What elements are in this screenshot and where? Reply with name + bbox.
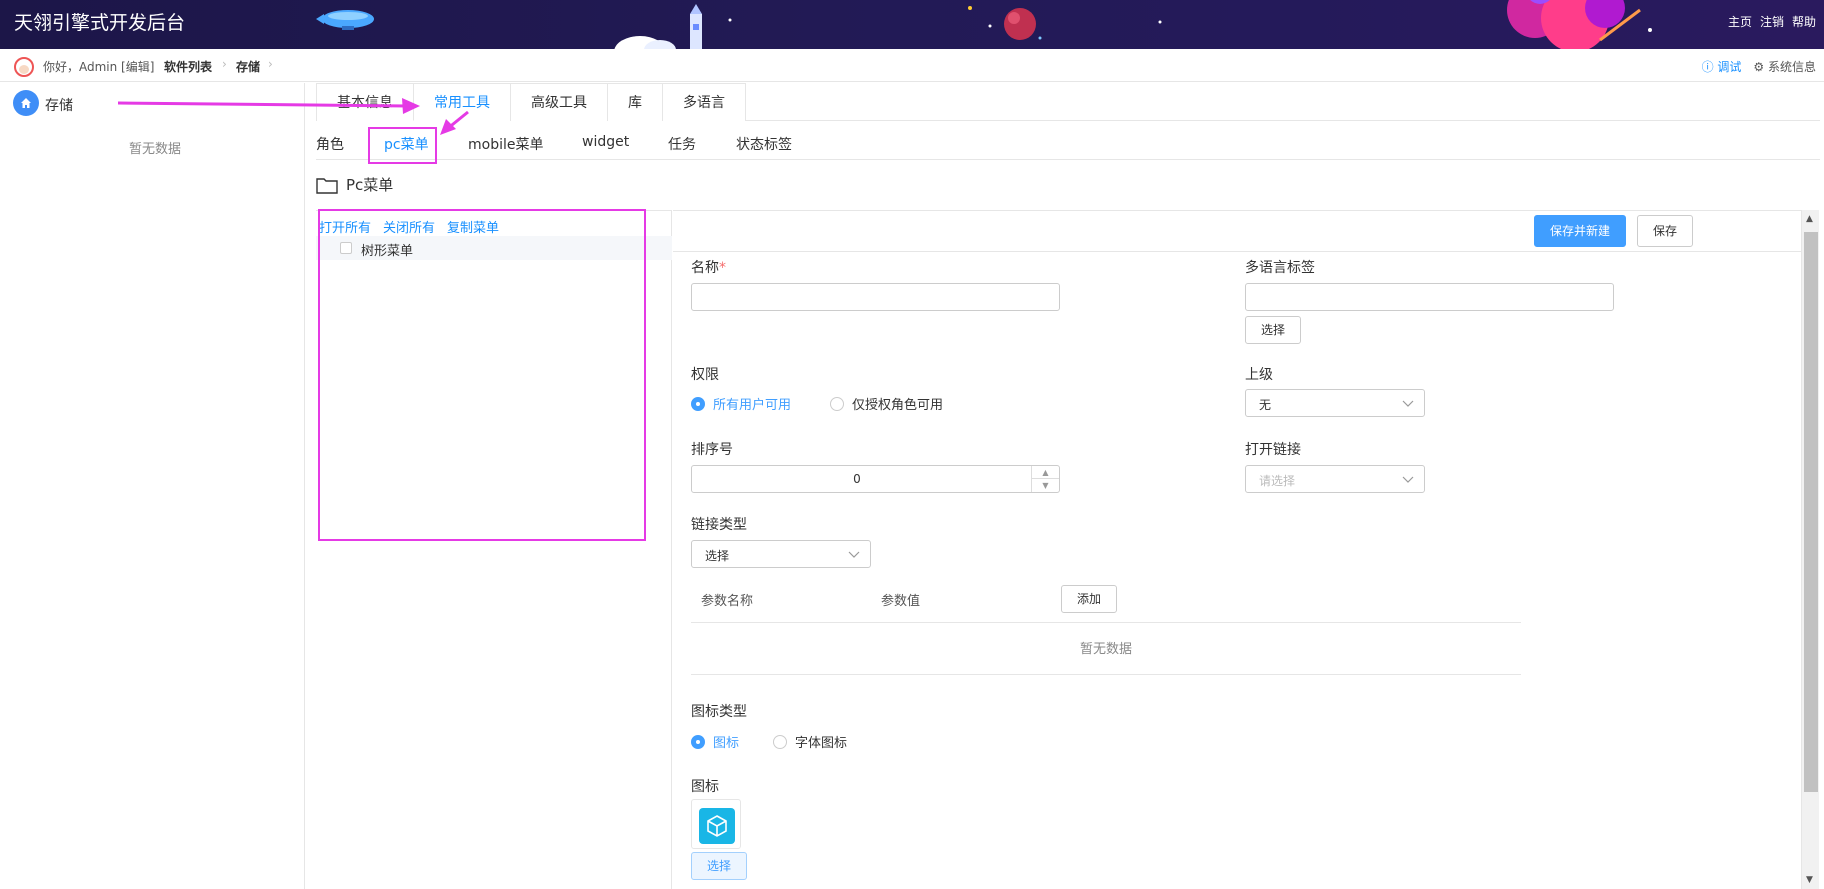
sub-tabs: 角色 pc菜单 mobile菜单 widget 任务 状态标签 [316,128,1820,160]
subtab-status-label[interactable]: 状态标签 [736,134,792,154]
stepper-arrows: ▲ ▼ [1031,466,1059,492]
home-icon[interactable] [13,90,39,116]
menu-form-panel: 保存并新建 保存 名称* 多语言标签 选择 权限 所有用户可用 仅授权角色可用 … [673,210,1801,889]
radio-unchecked-icon [773,734,787,749]
link-type-label: 链接类型 [691,517,747,533]
scroll-thumb[interactable] [1804,232,1818,792]
cube-icon [699,808,735,844]
icon-label: 图标 [691,779,719,795]
breadcrumb-software-list[interactable]: 软件列表 [164,58,212,75]
tab-advanced-tools[interactable]: 高级工具 [510,83,608,121]
stars-illustration [728,6,1162,40]
info-icon: ⓘ [1701,60,1718,74]
sidebar-empty-text: 暂无数据 [129,142,182,157]
params-table-header: 参数名称 参数值 添加 [691,578,1521,623]
open-link-label: 打开链接 [1245,442,1301,458]
permission-label: 权限 [691,367,719,383]
system-info-link[interactable]: ⚙ 系统信息 [1753,58,1816,75]
chevron-right-icon: › [222,57,227,71]
parent-label: 上级 [1245,367,1273,383]
param-name-header: 参数名称 [701,594,754,609]
required-mark: * [719,260,726,276]
name-input[interactable] [691,283,1060,311]
tab-basic-info[interactable]: 基本信息 [316,83,414,121]
parent-select[interactable]: 无 [1245,389,1425,417]
open-link-select[interactable]: 请选择 [1245,465,1425,493]
icon-preview[interactable] [691,799,741,849]
icon-choose-button[interactable]: 选择 [691,852,747,880]
icon-type-label: 图标类型 [691,704,747,720]
section-title: Pc菜单 [346,176,394,194]
chevron-right-icon: › [268,57,273,71]
debug-link[interactable]: ⓘ 调试 [1702,58,1742,75]
subtab-task[interactable]: 任务 [668,134,696,154]
section-header: Pc菜单 [316,174,393,195]
radio-checked-icon [691,734,705,749]
perm-radio-all-users[interactable]: 所有用户可用 [691,394,791,413]
tab-library[interactable]: 库 [607,83,663,121]
icon-type-radio-icon[interactable]: 图标 [691,732,739,751]
open-link-placeholder: 请选择 [1259,474,1296,488]
logout-link[interactable]: 注销 [1760,13,1784,30]
folder-icon [316,177,338,194]
airship-illustration [316,10,374,30]
breadcrumb-storage[interactable]: 存储 [236,58,260,75]
main-tabs: 基本信息 常用工具 高级工具 库 多语言 [316,83,1820,121]
i18n-input[interactable] [1245,283,1614,311]
breadcrumb-tools: ⓘ 调试 ⚙ 系统信息 [1702,58,1816,75]
i18n-choose-button[interactable]: 选择 [1245,316,1301,344]
icon-type-radio-font-icon[interactable]: 字体图标 [773,732,847,751]
perm-radio-authorized-roles[interactable]: 仅授权角色可用 [830,394,943,413]
avatar[interactable] [14,57,34,77]
order-label: 排序号 [691,442,733,458]
help-link[interactable]: 帮助 [1792,13,1816,30]
top-header: 天翎引擎式开发后台 主页 注销 帮助 [0,0,1824,49]
radio-checked-icon [691,396,705,411]
subtab-role[interactable]: 角色 [316,134,344,154]
form-toolbar: 保存并新建 保存 [673,211,1801,252]
annotation-box-pc-menu [368,127,437,164]
gear-icon: ⚙ [1753,60,1768,74]
vertical-scrollbar[interactable]: ▲ ▼ [1801,210,1819,889]
sidebar-item-storage[interactable]: 存储 [45,95,73,115]
sidebar: 存储 暂无数据 [0,83,305,889]
home-link[interactable]: 主页 [1728,13,1752,30]
annotation-box-tree [318,209,646,541]
add-param-button[interactable]: 添加 [1061,585,1117,613]
decrement-icon[interactable]: ▼ [1032,479,1059,492]
params-empty-text: 暂无数据 [691,624,1521,675]
chevron-down-icon [1402,476,1414,483]
tab-common-tools[interactable]: 常用工具 [413,83,511,121]
i18n-label: 多语言标签 [1245,260,1315,276]
app-title: 天翎引擎式开发后台 [14,12,186,34]
save-button[interactable]: 保存 [1637,215,1693,247]
subtab-mobile-menu[interactable]: mobile菜单 [468,134,543,154]
subtab-widget[interactable]: widget [582,134,629,150]
tab-multilanguage[interactable]: 多语言 [662,83,746,121]
save-and-new-button[interactable]: 保存并新建 [1534,215,1626,247]
parent-select-value: 无 [1259,398,1272,412]
link-type-value: 选择 [705,549,730,563]
order-value: 0 [853,472,861,486]
header-links: 主页 注销 帮助 [1728,13,1816,30]
breadcrumb: 你好，Admin [编辑] 软件列表 › 存储 › ⓘ 调试 ⚙ 系统信息 [0,49,1824,82]
user-greeting[interactable]: 你好，Admin [编辑] [43,58,154,75]
nebula-illustration [1507,0,1652,49]
increment-icon[interactable]: ▲ [1032,466,1059,479]
param-value-header: 参数值 [881,594,921,609]
link-type-select[interactable]: 选择 [691,540,871,568]
castle-illustration [614,4,702,49]
chevron-down-icon [1402,400,1414,407]
chevron-down-icon [848,551,860,558]
name-label: 名称* [691,260,726,276]
radio-unchecked-icon [830,396,844,411]
scroll-up-icon[interactable]: ▲ [1806,214,1813,224]
scroll-down-icon[interactable]: ▼ [1806,875,1813,885]
order-stepper[interactable]: 0 ▲ ▼ [691,465,1060,493]
